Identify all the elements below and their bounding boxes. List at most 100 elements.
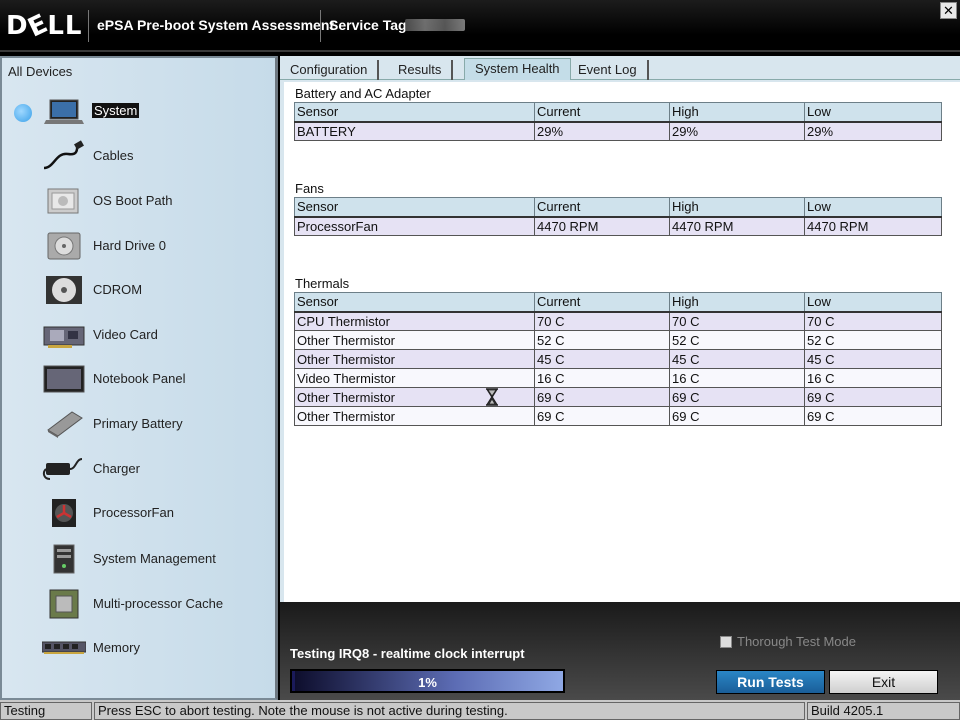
tab-event-log[interactable]: Event Log — [568, 60, 649, 80]
system-health-content: Battery and AC Adapter Sensor Current High… — [284, 82, 960, 602]
cell-high: 52 C — [669, 330, 805, 350]
device-sidebar: All Devices System Cables OS Boot Path H… — [0, 56, 278, 700]
column-header-current: Current — [534, 197, 670, 218]
cell-high: 16 C — [669, 368, 805, 388]
sidebar-item-system-management[interactable]: System Management — [2, 539, 272, 579]
sidebar-item-notebook-panel[interactable]: Notebook Panel — [2, 359, 272, 399]
sidebar-item-label: System — [92, 103, 140, 118]
cell-high: 45 C — [669, 349, 805, 369]
column-header-current: Current — [534, 102, 670, 123]
thermals-table: Sensor Current High Low CPU Thermistor 70 C 70… — [294, 292, 942, 426]
column-header-high: High — [669, 102, 805, 123]
laptop-icon — [44, 99, 84, 124]
cell-high: 70 C — [669, 311, 805, 331]
cell-sensor: Other Thermistor — [294, 330, 535, 350]
memory-icon — [42, 641, 86, 654]
title-separator — [88, 10, 89, 42]
sidebar-item-multi-processor-cache[interactable]: Multi-processor Cache — [2, 584, 272, 624]
table-row: Video Thermistor 16 C 16 C 16 C — [294, 368, 942, 388]
cell-current: 45 C — [534, 349, 670, 369]
cell-current: 69 C — [534, 387, 670, 407]
tab-results[interactable]: Results — [388, 60, 454, 80]
sidebar-item-label: Cables — [93, 148, 134, 163]
section-title-thermals: Thermals — [295, 276, 350, 291]
cell-low: 16 C — [804, 368, 942, 388]
table-row: Other Thermistor 69 C 69 C 69 C — [294, 387, 942, 407]
video-card-icon — [43, 326, 85, 348]
battery-table: Sensor Current High Low BATTERY 29% 29% 29% — [294, 102, 942, 141]
thorough-test-mode-checkbox[interactable]: Thorough Test Mode — [720, 634, 856, 649]
cdrom-icon — [46, 276, 82, 304]
column-header-sensor: Sensor — [294, 197, 535, 218]
sidebar-item-processorfan[interactable]: ProcessorFan — [2, 493, 272, 533]
sidebar-item-primary-battery[interactable]: Primary Battery — [2, 404, 272, 444]
charger-icon — [42, 458, 83, 480]
column-header-high: High — [669, 292, 805, 313]
sidebar-item-hard-drive-0[interactable]: Hard Drive 0 — [2, 226, 272, 266]
status-message: Press ESC to abort testing. Note the mou… — [94, 702, 805, 720]
test-control-panel: Thorough Test Mode Testing IRQ8 - realti… — [280, 602, 960, 700]
sidebar-item-label: Video Card — [93, 327, 158, 342]
sidebar-item-video-card[interactable]: Video Card — [2, 315, 272, 355]
run-tests-button[interactable]: Run Tests — [716, 670, 825, 694]
cell-sensor: ProcessorFan — [294, 216, 535, 236]
system-management-icon — [53, 544, 75, 574]
title-bar: DELL ePSA Pre-boot System Assessment Ser… — [0, 0, 960, 52]
testing-status: Testing IRQ8 - realtime clock interrupt — [290, 646, 525, 661]
app-title: ePSA Pre-boot System Assessment — [97, 17, 335, 33]
tab-configuration[interactable]: Configuration — [280, 60, 380, 80]
sidebar-item-cables[interactable]: Cables — [2, 136, 272, 176]
cable-icon — [43, 140, 84, 170]
column-header-low: Low — [804, 292, 942, 313]
table-row: Other Thermistor 45 C 45 C 45 C — [294, 349, 942, 369]
selection-indicator — [14, 104, 32, 122]
test-progress-bar: 1% — [290, 669, 565, 693]
service-tag-label: Service Tag — [329, 17, 407, 33]
cell-current: 16 C — [534, 368, 670, 388]
cell-low: 45 C — [804, 349, 942, 369]
cell-low: 70 C — [804, 311, 942, 331]
table-row: Other Thermistor 52 C 52 C 52 C — [294, 330, 942, 350]
cell-high: 69 C — [669, 387, 805, 407]
cell-high: 4470 RPM — [669, 216, 805, 236]
cell-high: 29% — [669, 121, 805, 141]
hourglass-cursor-icon — [486, 388, 498, 406]
sidebar-item-charger[interactable]: Charger — [2, 449, 272, 489]
status-bar: Testing Press ESC to abort testing. Note… — [0, 700, 960, 720]
sidebar-item-label: System Management — [93, 551, 216, 566]
boot-path-icon — [47, 188, 79, 214]
exit-button[interactable]: Exit — [829, 670, 938, 694]
sidebar-item-system[interactable]: System — [2, 92, 272, 132]
table-header-row: Sensor Current High Low — [294, 197, 942, 218]
cell-current: 69 C — [534, 406, 670, 426]
column-header-sensor: Sensor — [294, 102, 535, 123]
thorough-test-mode-label: Thorough Test Mode — [737, 634, 856, 649]
sidebar-item-label: Memory — [93, 640, 140, 655]
cell-sensor: BATTERY — [294, 121, 535, 141]
cell-sensor: Video Thermistor — [294, 368, 535, 388]
sidebar-item-label: Notebook Panel — [93, 371, 186, 386]
progress-percent: 1% — [418, 675, 437, 690]
cell-high: 69 C — [669, 406, 805, 426]
checkbox-box[interactable] — [720, 636, 732, 648]
title-separator — [320, 10, 321, 42]
cell-sensor: Other Thermistor — [294, 349, 535, 369]
section-title-battery: Battery and AC Adapter — [295, 86, 431, 101]
sidebar-item-label: Primary Battery — [93, 416, 183, 431]
cell-sensor: CPU Thermistor — [294, 311, 535, 331]
table-header-row: Sensor Current High Low — [294, 102, 942, 123]
tab-system-health[interactable]: System Health — [464, 58, 571, 80]
sidebar-item-memory[interactable]: Memory — [2, 628, 272, 668]
table-row: Other Thermistor 69 C 69 C 69 C — [294, 406, 942, 426]
sidebar-item-cdrom[interactable]: CDROM — [2, 270, 272, 310]
cell-current: 70 C — [534, 311, 670, 331]
cell-current: 4470 RPM — [534, 216, 670, 236]
sidebar-item-label: Charger — [93, 461, 140, 476]
notebook-panel-icon — [43, 365, 85, 393]
cell-low: 69 C — [804, 387, 942, 407]
fan-icon — [52, 499, 76, 527]
close-button[interactable]: ✕ — [940, 2, 957, 19]
sidebar-item-label: CDROM — [93, 282, 143, 297]
column-header-current: Current — [534, 292, 670, 313]
sidebar-item-os-boot-path[interactable]: OS Boot Path — [2, 181, 272, 221]
